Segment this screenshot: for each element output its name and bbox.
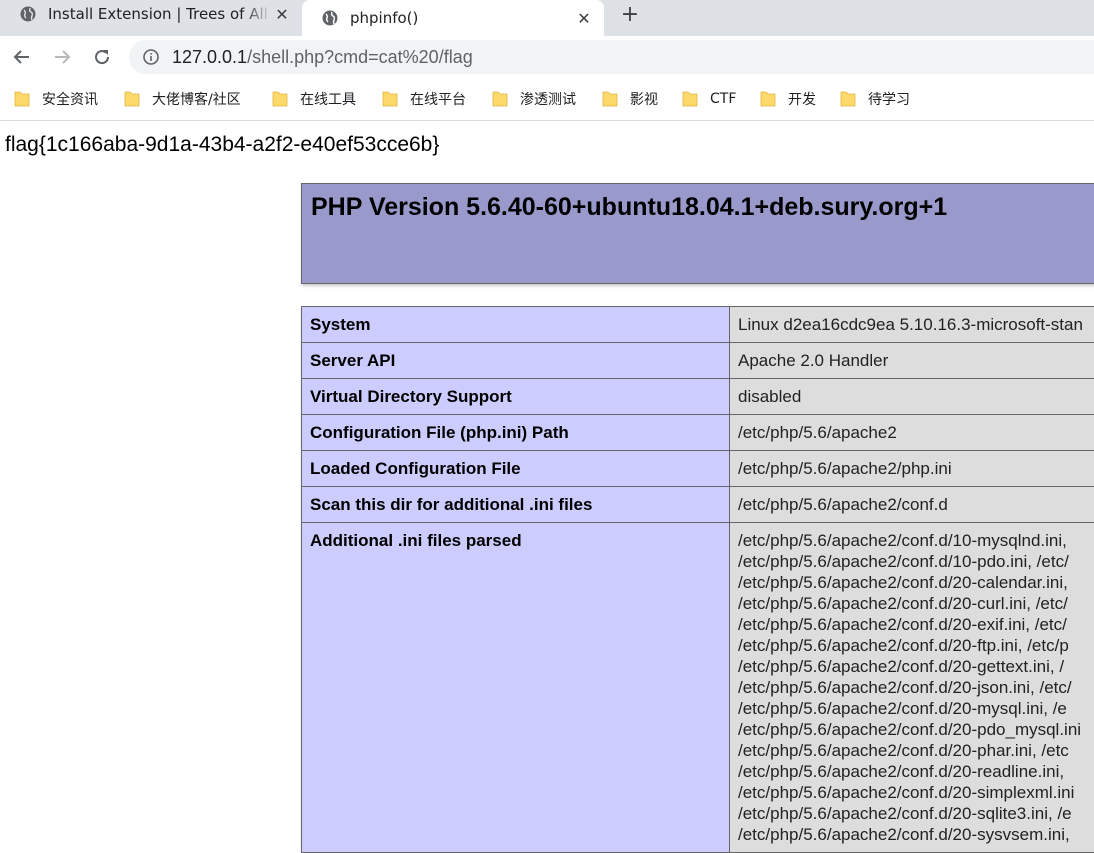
folder-icon [840,90,856,108]
globe-icon [20,6,36,22]
tab-phpinfo[interactable]: phpinfo() ✕ [302,0,604,36]
ini-file-line: /etc/php/5.6/apache2/conf.d/20-simplexml… [738,782,1094,803]
toolbar: 127.0.0.1/shell.php?cmd=cat%20/flag [0,36,1094,78]
ini-file-line: /etc/php/5.6/apache2/conf.d/20-exif.ini,… [738,614,1094,635]
reload-button[interactable] [88,43,116,71]
tab-title: phpinfo() [350,9,574,27]
folder-icon [14,90,30,108]
ini-file-line: /etc/php/5.6/apache2/conf.d/20-ftp.ini, … [738,635,1094,656]
bookmark-label: 待学习 [868,89,910,109]
bookmark-label: 影视 [630,89,658,109]
ini-file-line: /etc/php/5.6/apache2/conf.d/20-readline.… [738,761,1094,782]
table-row: Loaded Configuration File/etc/php/5.6/ap… [302,451,1094,487]
tab-title: Install Extension | Trees of All S [48,5,272,23]
url-text[interactable]: 127.0.0.1/shell.php?cmd=cat%20/flag [172,46,473,68]
arrow-right-icon [52,47,72,67]
bookmark-label: 大佬博客/社区 [152,89,241,109]
row-value: /etc/php/5.6/apache2/conf.d/10-mysqlnd.i… [730,523,1094,853]
tab-install-extension[interactable]: Install Extension | Trees of All S ✕ [0,0,302,28]
table-row: SystemLinux d2ea16cdc9ea 5.10.16.3-micro… [302,307,1094,343]
arrow-left-icon [12,47,32,67]
table-row: Server APIApache 2.0 Handler [302,343,1094,379]
url-path: /shell.php?cmd=cat%20/flag [247,47,473,67]
bookmark-folder[interactable]: 影视 [602,88,658,110]
bookmark-folder[interactable]: 开发 [760,88,816,110]
folder-icon [682,90,698,108]
bookmark-folder[interactable]: CTF [682,88,736,110]
ini-file-line: /etc/php/5.6/apache2/conf.d/20-gettext.i… [738,656,1094,677]
row-key: Server API [302,343,730,379]
row-key: Additional .ini files parsed [302,523,730,853]
ini-file-line: /etc/php/5.6/apache2/conf.d/20-pdo_mysql… [738,719,1094,740]
bookmark-folder[interactable]: 在线平台 [382,88,466,110]
forward-button[interactable] [48,43,76,71]
row-key: System [302,307,730,343]
ini-file-line: /etc/php/5.6/apache2/conf.d/20-sysvsem.i… [738,824,1094,845]
php-version-title: PHP Version 5.6.40-60+ubuntu18.04.1+deb.… [311,193,947,222]
bookmark-label: CTF [710,91,736,107]
table-row: Virtual Directory Supportdisabled [302,379,1094,415]
bookmark-label: 渗透测试 [520,89,576,109]
bookmark-folder[interactable]: 渗透测试 [492,88,576,110]
globe-icon [322,10,338,26]
flag-output: flag{1c166aba-9d1a-43b4-a2f2-e40ef53cce6… [5,133,439,157]
ini-file-line: /etc/php/5.6/apache2/conf.d/20-json.ini,… [738,677,1094,698]
row-key: Scan this dir for additional .ini files [302,487,730,523]
ini-file-line: /etc/php/5.6/apache2/conf.d/10-pdo.ini, … [738,551,1094,572]
table-row: Scan this dir for additional .ini files/… [302,487,1094,523]
row-value: disabled [730,379,1094,415]
ini-file-line: /etc/php/5.6/apache2/conf.d/20-mysql.ini… [738,698,1094,719]
ini-file-line: /etc/php/5.6/apache2/conf.d/20-sqlite3.i… [738,803,1094,824]
bookmark-folder[interactable]: 待学习 [840,88,910,110]
bookmark-label: 安全资讯 [42,89,98,109]
row-value: /etc/php/5.6/apache2 [730,415,1094,451]
tab-strip: Install Extension | Trees of All S ✕ php… [0,0,1094,36]
bookmark-label: 在线平台 [410,89,466,109]
ini-file-line: /etc/php/5.6/apache2/conf.d/20-calendar.… [738,572,1094,593]
table-row: Additional .ini files parsed/etc/php/5.6… [302,523,1094,853]
row-key: Virtual Directory Support [302,379,730,415]
close-icon[interactable]: ✕ [272,4,292,24]
folder-icon [382,90,398,108]
new-tab-button[interactable]: + [618,2,642,26]
row-value: /etc/php/5.6/apache2/php.ini [730,451,1094,487]
row-value: Linux d2ea16cdc9ea 5.10.16.3-microsoft-s… [730,307,1094,343]
folder-icon [124,90,140,108]
row-key: Configuration File (php.ini) Path [302,415,730,451]
folder-icon [492,90,508,108]
url-host: 127.0.0.1 [172,47,247,67]
ini-file-line: /etc/php/5.6/apache2/conf.d/20-phar.ini,… [738,740,1094,761]
folder-icon [760,90,776,108]
folder-icon [272,90,288,108]
reload-icon [92,47,112,67]
back-button[interactable] [8,43,36,71]
folder-icon [602,90,618,108]
bookmark-folder[interactable]: 安全资讯 [14,88,98,110]
bookmark-label: 开发 [788,89,816,109]
bookmarks-bar: 安全资讯 大佬博客/社区 在线工具 在线平台 渗透测试 影视 CTF 开发 待学习 [0,78,1094,121]
info-icon[interactable] [143,49,159,65]
close-icon[interactable]: ✕ [574,8,594,28]
bookmark-label: 在线工具 [300,89,356,109]
ini-file-line: /etc/php/5.6/apache2/conf.d/10-mysqlnd.i… [738,530,1094,551]
bookmark-folder[interactable]: 大佬博客/社区 [124,88,241,110]
php-version-header: PHP Version 5.6.40-60+ubuntu18.04.1+deb.… [301,183,1094,284]
table-row: Configuration File (php.ini) Path/etc/ph… [302,415,1094,451]
row-value: /etc/php/5.6/apache2/conf.d [730,487,1094,523]
bookmark-folder[interactable]: 在线工具 [272,88,356,110]
phpinfo-table: SystemLinux d2ea16cdc9ea 5.10.16.3-micro… [301,306,1094,853]
ini-file-line: /etc/php/5.6/apache2/conf.d/20-curl.ini,… [738,593,1094,614]
address-bar[interactable]: 127.0.0.1/shell.php?cmd=cat%20/flag [129,40,1094,74]
row-key: Loaded Configuration File [302,451,730,487]
row-value: Apache 2.0 Handler [730,343,1094,379]
